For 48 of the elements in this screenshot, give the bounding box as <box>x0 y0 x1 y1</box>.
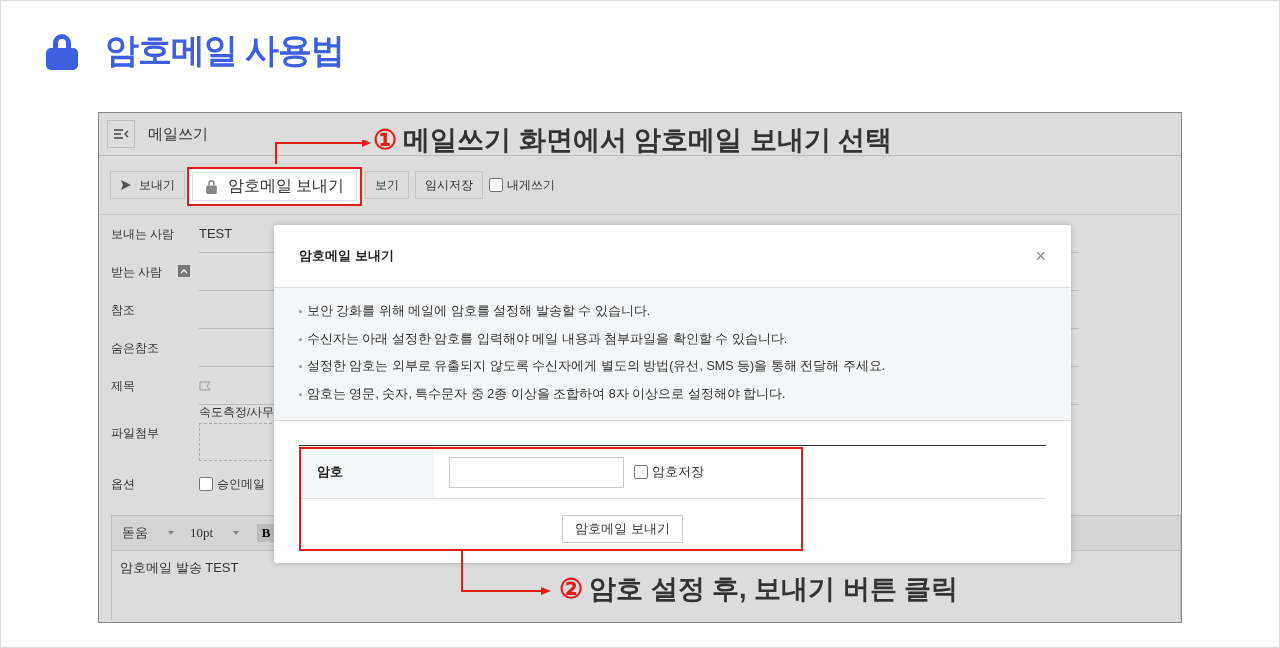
lock-icon <box>205 178 218 194</box>
submit-button[interactable]: 암호메일 보내기 <box>562 515 683 543</box>
checkbox[interactable] <box>489 178 504 192</box>
checkbox-label: 내게쓰기 <box>507 176 556 194</box>
attached-file-name: 속도측정/사무 <box>199 405 276 420</box>
editor-text[interactable]: 암호메일 발송 TEST <box>120 560 239 575</box>
toolbar-button[interactable]: 임시저장 <box>415 171 484 199</box>
note-text: 암호는 영문, 숫자, 특수문자 중 2종 이상을 조합하여 8자 이상으로 설정해야 합니다. <box>307 385 786 403</box>
caret-icon <box>233 531 240 535</box>
menu-icon <box>113 128 129 140</box>
password-field[interactable] <box>449 456 624 488</box>
menu-button[interactable] <box>107 120 135 148</box>
field-label: 참조 <box>111 302 135 317</box>
toolbar-button[interactable]: 보기 <box>365 171 410 199</box>
password-label: 암호 <box>299 446 434 498</box>
field-label: 숨은참조 <box>111 340 159 355</box>
app-title: 메일쓰기 <box>148 124 208 144</box>
bullet-icon <box>299 392 302 396</box>
size-select[interactable]: 10pt <box>190 525 214 541</box>
field-label: 받는 사람 <box>111 264 163 279</box>
note-text: 수신자는 아래 설정한 암호를 입력해야 메일 내용과 첨부파일을 확인할 수 있습니다. <box>307 330 788 348</box>
page-title: 암호메일 사용법 <box>105 30 345 71</box>
flag-icon <box>199 380 211 391</box>
field-label: 옵션 <box>111 476 135 491</box>
font-select[interactable]: 돋움 <box>122 524 148 542</box>
lock-icon <box>44 32 80 70</box>
step-number: ② <box>559 573 583 605</box>
note-text: 보안 강화를 위해 메일에 암호를 설정해 발송할 수 있습니다. <box>307 303 651 321</box>
callout-text: 메일쓰기 화면에서 암호메일 보내기 선택 <box>403 124 892 157</box>
bullet-icon <box>299 310 302 314</box>
checkbox[interactable] <box>634 465 648 479</box>
callout-text: 암호 설정 후, 보내기 버튼 클릭 <box>589 573 958 606</box>
field-label: 보내는 사람 <box>111 226 175 241</box>
collapse-icon[interactable] <box>178 265 190 277</box>
checkbox-label: 승인메일 <box>217 475 265 493</box>
bold-button[interactable]: B <box>257 524 276 542</box>
checkbox-label: 암호저장 <box>652 463 704 481</box>
send-icon <box>120 179 132 191</box>
step-number: ① <box>373 124 397 156</box>
bullet-icon <box>299 365 302 369</box>
checkbox[interactable] <box>199 477 213 491</box>
field-label: 제목 <box>111 378 135 393</box>
send-button[interactable]: 보내기 <box>110 171 185 199</box>
note-text: 설정한 암호는 외부로 유출되지 않도록 수신자에게 별도의 방법(유선, SMS 등)을 통해 전달해 주세요. <box>307 358 886 376</box>
bullet-icon <box>299 337 302 341</box>
encrypted-mail-button[interactable]: 암호메일 보내기 <box>192 171 358 201</box>
caret-icon <box>168 531 174 535</box>
field-label: 파일첨부 <box>111 425 159 440</box>
